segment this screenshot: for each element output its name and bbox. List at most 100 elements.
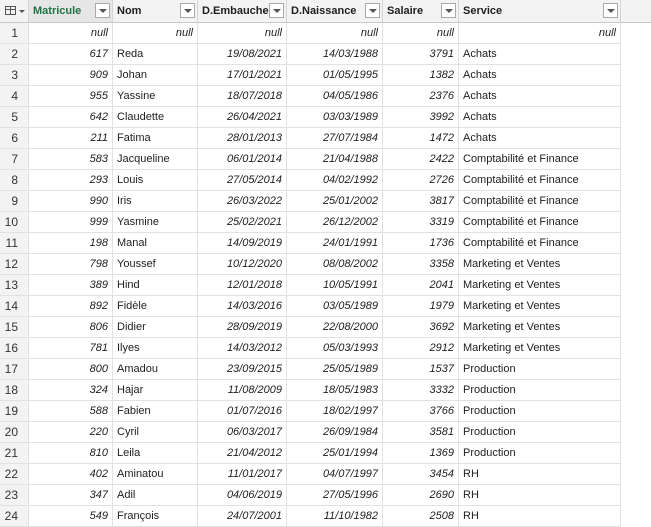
cell-d-naissance[interactable]: 04/07/1997 xyxy=(287,464,383,485)
table-row[interactable]: 15 806 Didier 28/09/2019 22/08/2000 3692 Marke… xyxy=(0,317,651,338)
cell-d-naissance[interactable]: 22/08/2000 xyxy=(287,317,383,338)
column-header-d-naissance[interactable]: D.Naissance xyxy=(287,0,383,22)
cell-salaire[interactable]: 1736 xyxy=(383,233,459,254)
cell-nom[interactable]: Amadou xyxy=(113,359,198,380)
column-header-salaire[interactable]: Salaire xyxy=(383,0,459,22)
table-row[interactable]: 21 810 Leila 21/04/2012 25/01/1994 1369 Produc… xyxy=(0,443,651,464)
row-number[interactable]: 10 xyxy=(0,212,29,233)
cell-d-naissance[interactable]: null xyxy=(287,23,383,44)
cell-d-naissance[interactable]: 25/05/1989 xyxy=(287,359,383,380)
cell-salaire[interactable]: 3992 xyxy=(383,107,459,128)
cell-d-embauche[interactable]: 21/04/2012 xyxy=(198,443,287,464)
cell-matricule[interactable]: 798 xyxy=(29,254,113,275)
row-number[interactable]: 12 xyxy=(0,254,29,275)
filter-dropdown-matricule[interactable] xyxy=(95,3,110,18)
cell-matricule[interactable]: 211 xyxy=(29,128,113,149)
row-number[interactable]: 21 xyxy=(0,443,29,464)
cell-service[interactable]: Comptabilité et Finance xyxy=(459,191,621,212)
cell-d-embauche[interactable]: 24/07/2001 xyxy=(198,506,287,527)
table-row[interactable]: 20 220 Cyril 06/03/2017 26/09/1984 3581 Produc… xyxy=(0,422,651,443)
cell-nom[interactable]: Manal xyxy=(113,233,198,254)
cell-d-embauche[interactable]: 10/12/2020 xyxy=(198,254,287,275)
cell-d-embauche[interactable]: 23/09/2015 xyxy=(198,359,287,380)
cell-matricule[interactable]: 324 xyxy=(29,380,113,401)
row-number[interactable]: 22 xyxy=(0,464,29,485)
table-row[interactable]: 11 198 Manal 14/09/2019 24/01/1991 1736 Compta… xyxy=(0,233,651,254)
cell-nom[interactable]: Yasmine xyxy=(113,212,198,233)
cell-d-embauche[interactable]: 26/03/2022 xyxy=(198,191,287,212)
cell-d-embauche[interactable]: 19/08/2021 xyxy=(198,44,287,65)
row-number[interactable]: 17 xyxy=(0,359,29,380)
cell-d-naissance[interactable]: 24/01/1991 xyxy=(287,233,383,254)
cell-salaire[interactable]: 2508 xyxy=(383,506,459,527)
filter-dropdown-salaire[interactable] xyxy=(441,3,456,18)
cell-service[interactable]: RH xyxy=(459,464,621,485)
cell-salaire[interactable]: 2376 xyxy=(383,86,459,107)
cell-matricule[interactable]: 198 xyxy=(29,233,113,254)
cell-matricule[interactable]: 293 xyxy=(29,170,113,191)
cell-salaire[interactable]: 3319 xyxy=(383,212,459,233)
cell-salaire[interactable]: 1382 xyxy=(383,65,459,86)
cell-nom[interactable]: Louis xyxy=(113,170,198,191)
cell-d-embauche[interactable]: 26/04/2021 xyxy=(198,107,287,128)
cell-d-naissance[interactable]: 14/03/1988 xyxy=(287,44,383,65)
cell-service[interactable]: Comptabilité et Finance xyxy=(459,170,621,191)
cell-d-embauche[interactable]: 17/01/2021 xyxy=(198,65,287,86)
cell-service[interactable]: Achats xyxy=(459,65,621,86)
cell-matricule[interactable]: 806 xyxy=(29,317,113,338)
cell-d-embauche[interactable]: 28/01/2013 xyxy=(198,128,287,149)
cell-nom[interactable]: Claudette xyxy=(113,107,198,128)
cell-matricule[interactable]: 990 xyxy=(29,191,113,212)
cell-matricule[interactable]: 800 xyxy=(29,359,113,380)
cell-d-naissance[interactable]: 21/04/1988 xyxy=(287,149,383,170)
filter-dropdown-nom[interactable] xyxy=(180,3,195,18)
filter-dropdown-service[interactable] xyxy=(603,3,618,18)
table-row[interactable]: 8 293 Louis 27/05/2014 04/02/1992 2726 Comptab… xyxy=(0,170,651,191)
cell-service[interactable]: Production xyxy=(459,359,621,380)
row-number[interactable]: 18 xyxy=(0,380,29,401)
cell-nom[interactable]: Aminatou xyxy=(113,464,198,485)
cell-service[interactable]: Production xyxy=(459,380,621,401)
column-header-nom[interactable]: Nom xyxy=(113,0,198,22)
row-number[interactable]: 16 xyxy=(0,338,29,359)
cell-matricule[interactable]: 999 xyxy=(29,212,113,233)
cell-d-naissance[interactable]: 08/08/2002 xyxy=(287,254,383,275)
cell-salaire[interactable]: 3692 xyxy=(383,317,459,338)
cell-d-naissance[interactable]: 01/05/1995 xyxy=(287,65,383,86)
cell-salaire[interactable]: 2690 xyxy=(383,485,459,506)
cell-d-embauche[interactable]: 06/03/2017 xyxy=(198,422,287,443)
cell-service[interactable]: Achats xyxy=(459,107,621,128)
cell-service[interactable]: Production xyxy=(459,401,621,422)
cell-nom[interactable]: Ilyes xyxy=(113,338,198,359)
cell-d-naissance[interactable]: 05/03/1993 xyxy=(287,338,383,359)
table-row[interactable]: 14 892 Fidèle 14/03/2016 03/05/1989 1979 Marke… xyxy=(0,296,651,317)
cell-d-naissance[interactable]: 03/03/1989 xyxy=(287,107,383,128)
cell-matricule[interactable]: 892 xyxy=(29,296,113,317)
cell-d-embauche[interactable]: 28/09/2019 xyxy=(198,317,287,338)
cell-nom[interactable]: Didier xyxy=(113,317,198,338)
column-header-d-embauche[interactable]: D.Embauche xyxy=(198,0,287,22)
cell-d-embauche[interactable]: 06/01/2014 xyxy=(198,149,287,170)
cell-nom[interactable]: Fatima xyxy=(113,128,198,149)
cell-nom[interactable]: Jacqueline xyxy=(113,149,198,170)
cell-matricule[interactable]: 642 xyxy=(29,107,113,128)
table-row[interactable]: 3 909 Johan 17/01/2021 01/05/1995 1382 Achats xyxy=(0,65,651,86)
cell-salaire[interactable]: 3454 xyxy=(383,464,459,485)
cell-matricule[interactable]: 583 xyxy=(29,149,113,170)
cell-d-naissance[interactable]: 27/05/1996 xyxy=(287,485,383,506)
table-row[interactable]: 2 617 Reda 19/08/2021 14/03/1988 3791 Achats xyxy=(0,44,651,65)
row-number[interactable]: 4 xyxy=(0,86,29,107)
row-number[interactable]: 9 xyxy=(0,191,29,212)
cell-nom[interactable]: Johan xyxy=(113,65,198,86)
cell-salaire[interactable]: 3581 xyxy=(383,422,459,443)
cell-service[interactable]: Marketing et Ventes xyxy=(459,275,621,296)
cell-nom[interactable]: Yassine xyxy=(113,86,198,107)
cell-service[interactable]: Marketing et Ventes xyxy=(459,338,621,359)
cell-service[interactable]: Comptabilité et Finance xyxy=(459,212,621,233)
cell-nom[interactable]: Cyril xyxy=(113,422,198,443)
row-number[interactable]: 11 xyxy=(0,233,29,254)
cell-service[interactable]: Comptabilité et Finance xyxy=(459,149,621,170)
cell-d-naissance[interactable]: 04/02/1992 xyxy=(287,170,383,191)
cell-salaire[interactable]: 2422 xyxy=(383,149,459,170)
cell-d-naissance[interactable]: 26/12/2002 xyxy=(287,212,383,233)
